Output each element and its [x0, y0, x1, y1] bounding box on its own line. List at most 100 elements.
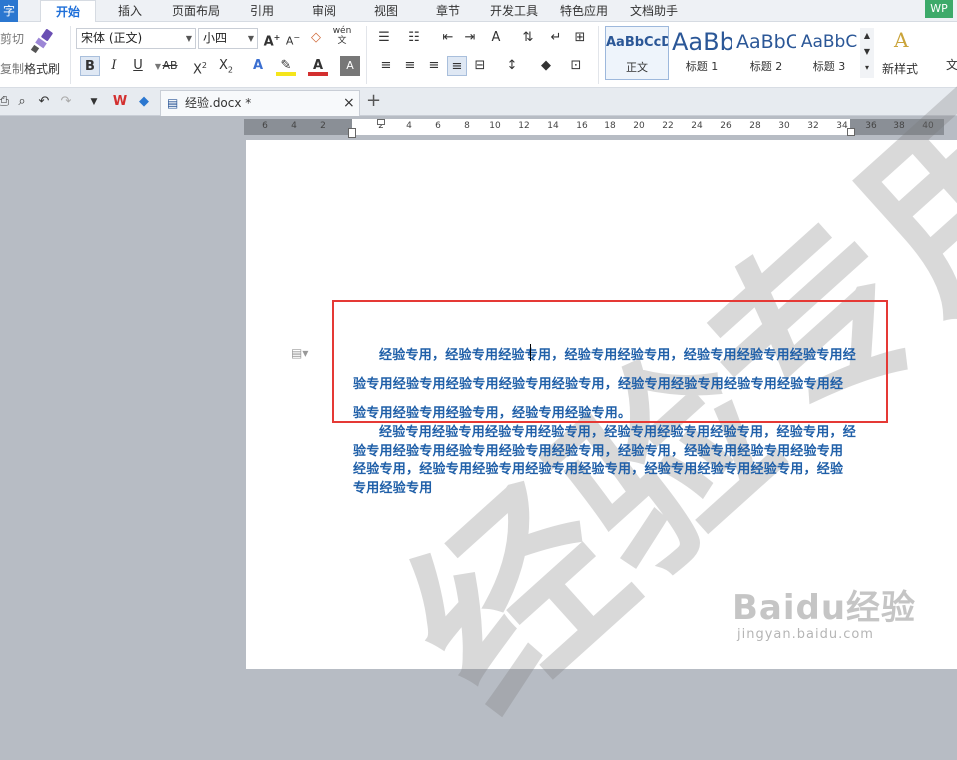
- first-line-indent-marker[interactable]: [377, 119, 385, 125]
- sort-icon[interactable]: ⇅: [518, 28, 538, 48]
- char-shading-icon[interactable]: A: [340, 56, 360, 76]
- style-sample: AaBbC: [800, 32, 858, 52]
- style-heading-3[interactable]: AaBbC 标题 3: [800, 26, 858, 80]
- tab-home[interactable]: 开始: [40, 0, 96, 23]
- italic-button[interactable]: I: [104, 56, 124, 76]
- new-style-button[interactable]: A 新样式: [880, 26, 930, 82]
- distribute-icon[interactable]: ⊟: [470, 56, 490, 76]
- ruler-tick-label: 4: [291, 121, 297, 131]
- style-heading-1[interactable]: AaBb 标题 1: [672, 26, 732, 80]
- cube-icon[interactable]: ◆: [134, 92, 154, 112]
- style-heading-2[interactable]: AaBbC 标题 2: [736, 26, 796, 80]
- menu-tab-bar: 字 开始 插入 页面布局 引用 审阅 视图 章节 开发工具 特色应用 文档助手 …: [0, 0, 957, 23]
- align-left-icon[interactable]: ≡: [376, 56, 396, 76]
- document-tab-title: 经验.docx *: [185, 96, 252, 110]
- shading-icon[interactable]: ◆: [536, 56, 556, 76]
- chevron-down-icon: ▼: [185, 34, 192, 43]
- font-size-value: 小四: [203, 31, 228, 45]
- pinyin-label: wén: [332, 26, 352, 36]
- ruler-tick-label: 16: [576, 121, 588, 131]
- styles-scroll[interactable]: ▲ ▼ ▾: [860, 28, 874, 78]
- paragraph-2[interactable]: 经验专用经验专用经验专用经验专用，经验专用经验专用经验专用，经验专用，经验专用经…: [353, 424, 856, 498]
- increase-indent-icon[interactable]: ⇥: [460, 28, 480, 48]
- style-normal[interactable]: AaBbCcD 正文: [605, 26, 669, 80]
- subscript-button[interactable]: X2: [216, 56, 236, 76]
- justify-icon[interactable]: ≡: [447, 56, 467, 76]
- ruler-tick-label: 30: [778, 121, 790, 131]
- bold-button[interactable]: B: [80, 56, 100, 76]
- ruler-tick-label: 22: [662, 121, 674, 131]
- tab-special-features[interactable]: 特色应用: [554, 0, 614, 22]
- clear-format-icon[interactable]: ◇: [306, 28, 326, 48]
- baidu-jingyan-logo: Baidu经验: [732, 588, 917, 628]
- tab-sections[interactable]: 章节: [422, 0, 474, 22]
- bullet-list-icon[interactable]: ☰: [374, 28, 394, 48]
- text-cursor: [530, 344, 531, 361]
- align-right-icon[interactable]: ≡: [424, 56, 444, 76]
- table-insert-icon[interactable]: ⊞: [570, 28, 590, 48]
- change-case-icon[interactable]: A: [486, 28, 506, 48]
- ruler-tick-label: 8: [464, 121, 470, 131]
- cut-button[interactable]: 剪切: [0, 30, 24, 47]
- style-sample: AaBbCcD: [606, 35, 668, 50]
- document-tab[interactable]: ▤ 经验.docx * ×: [160, 90, 360, 116]
- tab-page-layout[interactable]: 页面布局: [162, 0, 230, 22]
- decrease-indent-icon[interactable]: ⇤: [438, 28, 458, 48]
- ruler-tick-label: 28: [749, 121, 761, 131]
- ruler-tick-label: 6: [262, 121, 268, 131]
- new-tab-button[interactable]: +: [366, 90, 381, 111]
- tab-view[interactable]: 视图: [360, 0, 412, 22]
- text-effect-icon[interactable]: A: [248, 56, 268, 76]
- close-icon[interactable]: ×: [343, 91, 355, 115]
- undo-icon[interactable]: ↶: [34, 92, 54, 112]
- format-painter-button[interactable]: 格式刷: [22, 26, 64, 82]
- tab-references[interactable]: 引用: [236, 0, 288, 22]
- ruler-tick-label: 10: [489, 121, 501, 131]
- ruler-tick-label: 2: [320, 121, 326, 131]
- numbered-list-icon[interactable]: ☷: [404, 28, 424, 48]
- baidu-jingyan-url: jingyan.baidu.com: [737, 627, 874, 642]
- indent-marker[interactable]: [348, 128, 356, 138]
- divider: [70, 26, 71, 84]
- ruler-tick-label: 40: [922, 121, 934, 131]
- ruler-tick-label: 18: [604, 121, 616, 131]
- align-center-icon[interactable]: ≡: [400, 56, 420, 76]
- tab-insert[interactable]: 插入: [104, 0, 156, 22]
- style-sample: AaBb: [672, 28, 732, 56]
- tab-review[interactable]: 审阅: [298, 0, 350, 22]
- document-icon: ▤: [167, 96, 179, 110]
- quick-access-dropdown[interactable]: ▼: [84, 92, 104, 112]
- style-name: 正文: [626, 61, 648, 74]
- tab-developer[interactable]: 开发工具: [484, 0, 544, 22]
- ruler-tick-label: 4: [406, 121, 412, 131]
- ruler-tick-label: 14: [547, 121, 559, 131]
- copy-button[interactable]: 复制: [0, 60, 24, 77]
- font-color-icon[interactable]: A: [308, 56, 328, 76]
- ruler-tick-label: 36: [865, 121, 877, 131]
- highlight-icon[interactable]: ✎: [276, 56, 296, 76]
- ruler-tick-label: 20: [633, 121, 645, 131]
- text-tools-button[interactable]: 文: [946, 56, 957, 73]
- shrink-font-icon[interactable]: A−: [283, 28, 303, 48]
- redo-icon[interactable]: ↷: [56, 92, 76, 112]
- show-marks-icon[interactable]: ↵: [546, 28, 566, 48]
- file-menu-button[interactable]: 字: [0, 0, 18, 22]
- font-size-select[interactable]: 小四 ▼: [198, 28, 258, 49]
- font-name-select[interactable]: 宋体 (正文) ▼: [76, 28, 196, 49]
- superscript-button[interactable]: X2: [190, 56, 210, 77]
- wps-logo-icon[interactable]: W: [110, 92, 130, 112]
- strikethrough-button[interactable]: AB: [160, 56, 180, 76]
- paragraph-handle-icon[interactable]: ▤▾: [291, 346, 311, 360]
- line-spacing-icon[interactable]: ↕: [502, 56, 522, 76]
- print-preview-icon[interactable]: ⌕: [12, 92, 32, 112]
- grow-font-icon[interactable]: A+: [262, 28, 282, 49]
- borders-icon[interactable]: ⊡: [566, 56, 586, 76]
- tab-doc-assistant[interactable]: 文档助手: [624, 0, 684, 22]
- pinyin-guide-button[interactable]: wén 文: [332, 26, 352, 46]
- account-badge[interactable]: WP: [925, 0, 953, 18]
- right-indent-marker[interactable]: [847, 128, 855, 136]
- document-tab-bar: ⎙ ⌕ ↶ ↷ ▼ W ◆ ▤ 经验.docx * × +: [0, 88, 957, 116]
- underline-button[interactable]: U: [128, 56, 148, 76]
- paragraph-1[interactable]: 经验专用，经验专用经验专用，经验专用经验专用，经验专用经验专用经验专用经验专用经…: [353, 341, 856, 428]
- chevron-down-icon: ▼: [247, 34, 254, 43]
